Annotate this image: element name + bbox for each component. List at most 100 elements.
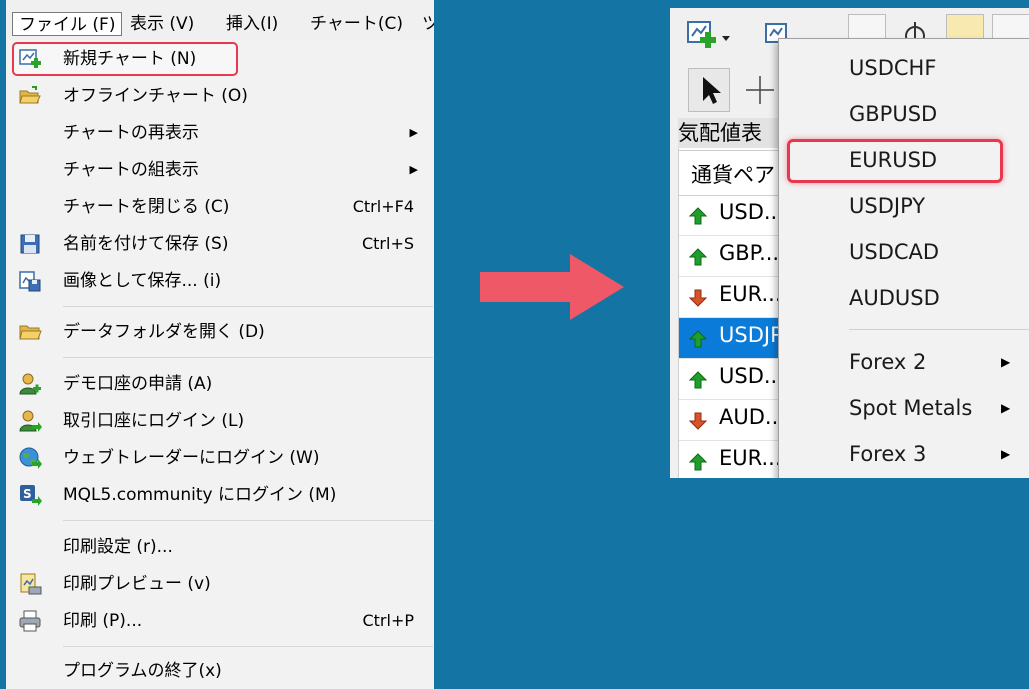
menu-item-label: チャートの組表示 <box>63 160 199 180</box>
menu-item-save-image[interactable]: 画像として保存... (i) <box>6 264 434 298</box>
symbol-item-label: USDCHF <box>849 56 937 80</box>
menu-separator <box>63 357 433 358</box>
symbol-item-gbpusd[interactable]: GBPUSD <box>779 91 1029 137</box>
table-row[interactable]: EUR... <box>679 441 791 478</box>
web-trader-icon <box>19 447 42 469</box>
menu-item-login-trading[interactable]: 取引口座にログイン (L) <box>6 404 434 438</box>
menu-item-label: 印刷 (P)... <box>63 611 143 631</box>
menu-item-save-as[interactable]: 名前を付けて保存 (S) Ctrl+S <box>6 227 434 261</box>
symbol-item-label: Spot Metals <box>849 396 973 420</box>
market-watch-title: 気配値表 <box>678 118 788 148</box>
menu-item-label: プログラムの終了(x) <box>63 661 222 681</box>
cursor-button[interactable] <box>688 68 730 112</box>
market-watch-header[interactable]: 通貨ペア <box>679 150 791 196</box>
menu-item-demo-account[interactable]: デモ口座の申請 (A) <box>6 367 434 401</box>
menu-item-label: データフォルダを開く (D) <box>63 322 265 342</box>
menu-item-print-setup[interactable]: 印刷設定 (r)... <box>6 530 434 564</box>
symbol-item-usdcad[interactable]: USDCAD <box>779 229 1029 275</box>
row-symbol: EUR... <box>719 446 782 470</box>
symbol-group-forex-3[interactable]: Forex 3 ▶ <box>779 431 1029 477</box>
table-row[interactable]: GBP... <box>679 236 791 277</box>
symbol-item-label: Forex 2 <box>849 350 927 374</box>
menu-item-label: 新規チャート (N) <box>63 49 197 69</box>
symbol-item-label: GBPUSD <box>849 102 938 126</box>
symbol-item-audusd[interactable]: AUDUSD <box>779 275 1029 321</box>
open-folder-icon <box>19 86 41 104</box>
menu-separator <box>63 646 433 647</box>
menu-item-shortcut: Ctrl+F4 <box>352 197 414 216</box>
menu-item-label: 取引口座にログイン (L) <box>63 411 245 431</box>
mql5-icon: S <box>20 485 42 506</box>
submenu-arrow-icon: ▶ <box>1001 401 1011 415</box>
file-menu-screenshot: ファイル (F) 表示 (V) 挿入(I) チャート(C) ツ 新規チャート (… <box>0 0 434 689</box>
menu-item-exit[interactable]: プログラムの終了(x) <box>6 654 434 688</box>
menu-item-shortcut: Ctrl+P <box>362 611 414 630</box>
menu-item-close-chart[interactable]: チャートを閉じる (C) Ctrl+F4 <box>6 190 434 224</box>
menu-item-offline-chart[interactable]: オフラインチャート (O) <box>6 79 434 113</box>
menu-bar: ファイル (F) 表示 (V) 挿入(I) チャート(C) ツ <box>6 8 434 41</box>
menu-item-label: デモ口座の申請 (A) <box>63 374 213 394</box>
symbol-item-eurusd[interactable]: EURUSD <box>779 137 1029 183</box>
table-row[interactable]: USD... <box>679 195 791 236</box>
symbol-item-label: EURUSD <box>849 148 938 172</box>
menu-separator <box>63 306 433 307</box>
symbol-item-label: AUDUSD <box>849 286 940 310</box>
table-row[interactable]: USD... <box>679 359 791 400</box>
menu-item-login-mql5[interactable]: S MQL5.community にログイン (M) <box>6 478 434 512</box>
symbol-item-usdchf[interactable]: USDCHF <box>779 45 1029 91</box>
menu-item-label: 印刷設定 (r)... <box>63 537 173 557</box>
arrow-up-icon <box>689 330 707 348</box>
menu-item-print-preview[interactable]: 印刷プレビュー (v) <box>6 567 434 601</box>
menu-item-label: チャートの再表示 <box>63 123 199 143</box>
arrow-up-icon <box>689 207 707 225</box>
submenu-arrow-icon: ▶ <box>1001 447 1011 461</box>
symbol-item-usdjpy[interactable]: USDJPY <box>779 183 1029 229</box>
symbol-item-label: USDJPY <box>849 194 926 218</box>
arrow-down-icon <box>689 412 707 430</box>
cursor-arrow-icon <box>703 77 721 104</box>
symbol-group-spot-metals[interactable]: Spot Metals ▶ <box>779 385 1029 431</box>
menu-item-chart-group[interactable]: チャートの組表示 ▶ <box>6 153 434 187</box>
save-icon <box>20 234 40 254</box>
demo-account-icon <box>19 373 41 395</box>
crosshair-tool-button[interactable] <box>740 68 780 112</box>
menu-file[interactable]: ファイル (F) <box>12 12 123 36</box>
menu-item-label: オフラインチャート (O) <box>63 86 248 106</box>
new-chart-symbol-screenshot: 気配値表 通貨ペア USD... GBP... EUR... USDJP USD… <box>670 8 1029 478</box>
symbol-item-label: Forex 3 <box>849 442 927 466</box>
menu-tools[interactable]: ツ <box>416 12 434 36</box>
svg-text:S: S <box>23 487 32 501</box>
symbol-item-label: USDCAD <box>849 240 940 264</box>
submenu-arrow-icon: ▶ <box>1001 355 1011 369</box>
menu-chart[interactable]: チャート(C) <box>304 12 409 36</box>
symbol-dropdown-menu: USDCHF GBPUSD EURUSD USDJPY USDCAD AUDUS… <box>778 38 1029 478</box>
new-chart-button[interactable] <box>684 14 730 54</box>
table-row[interactable]: AUD... <box>679 400 791 441</box>
printer-icon <box>19 610 41 632</box>
menu-view[interactable]: 表示 (V) <box>124 12 200 36</box>
menu-item-login-webtrader[interactable]: ウェブトレーダーにログイン (W) <box>6 441 434 475</box>
right-arrow-icon <box>480 254 624 320</box>
folder-icon <box>19 325 42 340</box>
menu-item-shortcut: Ctrl+S <box>361 234 414 253</box>
menu-item-print[interactable]: 印刷 (P)... Ctrl+P <box>6 604 434 638</box>
arrow-up-icon <box>689 453 707 471</box>
menu-item-label: MQL5.community にログイン (M) <box>63 485 337 505</box>
menu-item-new-chart[interactable]: 新規チャート (N) <box>6 42 434 76</box>
menu-item-label: 画像として保存... (i) <box>63 271 222 291</box>
menu-item-label: 印刷プレビュー (v) <box>63 574 211 594</box>
column-header-symbol: 通貨ペア <box>691 163 775 187</box>
menu-insert[interactable]: 挿入(I) <box>220 12 284 36</box>
menu-item-chart-redisplay[interactable]: チャートの再表示 ▶ <box>6 116 434 150</box>
row-symbol: USDJP <box>719 323 783 347</box>
menu-separator <box>849 329 1029 330</box>
arrow-down-icon <box>689 289 707 307</box>
market-watch-table: 通貨ペア USD... GBP... EUR... USDJP USD... A… <box>678 148 791 478</box>
table-row-selected[interactable]: USDJP <box>679 318 791 359</box>
table-row[interactable]: EUR... <box>679 277 791 318</box>
menu-item-open-data-folder[interactable]: データフォルダを開く (D) <box>6 315 434 349</box>
row-symbol: USD... <box>719 364 784 388</box>
menu-item-label: 名前を付けて保存 (S) <box>63 234 229 254</box>
row-symbol: EUR... <box>719 282 782 306</box>
symbol-group-forex-2[interactable]: Forex 2 ▶ <box>779 339 1029 385</box>
